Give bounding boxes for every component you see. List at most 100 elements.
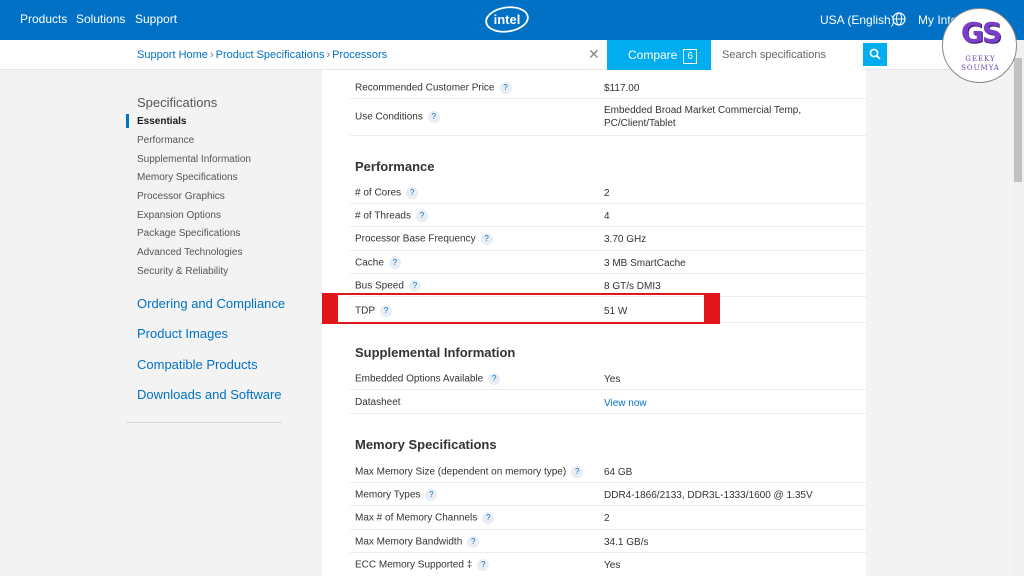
spec-value: Embedded Broad Market Commercial Temp, P… bbox=[604, 105, 802, 129]
nav-solutions[interactable]: Solutions bbox=[76, 12, 125, 26]
sidebar-item-essentials[interactable]: Essentials bbox=[137, 116, 186, 127]
spec-value: Yes bbox=[604, 560, 621, 571]
help-icon[interactable]: ? bbox=[480, 233, 493, 245]
nav-products[interactable]: Products bbox=[20, 12, 67, 26]
breadcrumb-product-specifications[interactable]: Product Specifications bbox=[216, 49, 325, 61]
spec-value: 3.70 GHz bbox=[604, 234, 647, 245]
sidebar-item-expansion[interactable]: Expansion Options bbox=[137, 210, 221, 221]
watermark-letters: GS bbox=[960, 16, 1002, 49]
help-icon[interactable]: ? bbox=[488, 373, 501, 385]
tdp-highlight-box bbox=[322, 293, 720, 324]
spec-label: Datasheet bbox=[355, 397, 401, 408]
sidebar-item-advanced[interactable]: Advanced Technologies bbox=[137, 247, 242, 258]
spec-label: Processor Base Frequency? bbox=[355, 233, 493, 245]
search-specifications-input[interactable] bbox=[712, 40, 862, 70]
compare-button[interactable]: Compare 6 bbox=[607, 40, 711, 70]
spec-label: Max Memory Size (dependent on memory typ… bbox=[355, 466, 584, 478]
help-icon[interactable]: ? bbox=[467, 536, 480, 548]
intel-logo[interactable]: intel bbox=[484, 4, 530, 35]
spec-label: Max Memory Bandwidth? bbox=[355, 536, 480, 548]
help-icon[interactable]: ? bbox=[477, 559, 490, 571]
sidebar-heading: Specifications bbox=[137, 95, 218, 110]
help-icon[interactable]: ? bbox=[408, 280, 421, 292]
spec-value: 8 GT/s DMI3 bbox=[604, 281, 661, 292]
sidebar-item-package[interactable]: Package Specifications bbox=[137, 228, 240, 239]
spec-value: 34.1 GB/s bbox=[604, 537, 649, 548]
search-icon bbox=[869, 48, 881, 60]
breadcrumb-separator: › bbox=[209, 49, 214, 61]
spec-row: Datasheet View now bbox=[350, 390, 866, 414]
geeky-soumya-watermark: GS GEEKY SOUMYA bbox=[942, 8, 1017, 83]
spec-label: Memory Types? bbox=[355, 489, 438, 501]
top-nav: Products Solutions Support intel USA (En… bbox=[0, 0, 1024, 40]
sidebar-item-security[interactable]: Security & Reliability bbox=[137, 266, 228, 277]
active-indicator bbox=[126, 114, 129, 128]
datasheet-view-now-link[interactable]: View now bbox=[604, 397, 854, 410]
help-icon[interactable]: ? bbox=[388, 257, 401, 269]
spec-label: # of Threads? bbox=[355, 210, 428, 222]
sidebar-link-images[interactable]: Product Images bbox=[137, 326, 228, 341]
spec-value: 2 bbox=[604, 188, 610, 199]
spec-row: Embedded Options Available? Yes bbox=[350, 367, 866, 390]
compare-label: Compare bbox=[628, 48, 678, 62]
spec-value: Yes bbox=[604, 374, 621, 385]
sidebar-item-performance[interactable]: Performance bbox=[137, 135, 194, 146]
spec-label: Cache? bbox=[355, 257, 401, 269]
help-icon[interactable]: ? bbox=[482, 512, 495, 524]
spec-label: Embedded Options Available? bbox=[355, 373, 501, 385]
search-button[interactable] bbox=[863, 43, 887, 66]
section-title-memory: Memory Specifications bbox=[355, 437, 497, 452]
spec-value: 3 MB SmartCache bbox=[604, 258, 686, 269]
clear-icon[interactable]: ✕ bbox=[588, 46, 600, 63]
spec-value: DDR4-1866/2133, DDR3L-1333/1600 @ 1.35V bbox=[604, 490, 813, 501]
region-selector[interactable]: USA (English) bbox=[820, 13, 895, 27]
section-title-supplemental: Supplemental Information bbox=[355, 345, 516, 360]
breadcrumb-processors[interactable]: Processors bbox=[332, 49, 387, 61]
spec-label: Bus Speed? bbox=[355, 280, 421, 292]
help-icon[interactable]: ? bbox=[406, 187, 419, 199]
sidebar-item-supplemental[interactable]: Supplemental Information bbox=[137, 154, 251, 165]
spec-row: Max # of Memory Channels? 2 bbox=[350, 506, 866, 530]
spec-value: $117.00 bbox=[604, 83, 640, 94]
spec-row: # of Threads? 4 bbox=[350, 204, 866, 227]
spec-row: Recommended Customer Price? $117.00 bbox=[350, 75, 866, 99]
page-scrollbar[interactable] bbox=[1012, 40, 1024, 576]
spec-value: 2 bbox=[604, 513, 610, 524]
spec-value: 4 bbox=[604, 211, 610, 222]
spec-row: Memory Types? DDR4-1866/2133, DDR3L-1333… bbox=[350, 483, 866, 506]
sidebar-link-ordering[interactable]: Ordering and Compliance bbox=[137, 296, 285, 311]
help-icon[interactable]: ? bbox=[571, 466, 584, 478]
sidebar-item-memory[interactable]: Memory Specifications bbox=[137, 172, 238, 183]
globe-icon[interactable] bbox=[892, 12, 906, 26]
compare-count-badge: 6 bbox=[683, 49, 697, 64]
scrollbar-thumb[interactable] bbox=[1014, 58, 1022, 182]
spec-row: ECC Memory Supported ‡? Yes bbox=[350, 553, 866, 576]
help-icon[interactable]: ? bbox=[415, 210, 428, 222]
sidebar-item-graphics[interactable]: Processor Graphics bbox=[137, 191, 225, 202]
breadcrumb-support-home[interactable]: Support Home bbox=[137, 49, 208, 61]
tdp-highlight-left-marker bbox=[322, 293, 338, 324]
spec-row: Processor Base Frequency? 3.70 GHz bbox=[350, 227, 866, 251]
spec-row: Max Memory Bandwidth? 34.1 GB/s bbox=[350, 530, 866, 553]
spec-row: # of Cores? 2 bbox=[350, 181, 866, 204]
spec-value: 64 GB bbox=[604, 467, 633, 478]
help-icon[interactable]: ? bbox=[499, 82, 512, 94]
breadcrumb-separator: › bbox=[326, 49, 331, 61]
sidebar-link-downloads[interactable]: Downloads and Software bbox=[137, 387, 282, 402]
spec-label: ECC Memory Supported ‡? bbox=[355, 559, 490, 571]
spec-row: Max Memory Size (dependent on memory typ… bbox=[350, 460, 866, 483]
watermark-line-2: SOUMYA bbox=[961, 64, 1000, 72]
sidebar-link-compatible[interactable]: Compatible Products bbox=[137, 357, 258, 372]
watermark-line-1: GEEKY bbox=[965, 55, 996, 63]
help-icon[interactable]: ? bbox=[425, 489, 438, 501]
tdp-highlight-right-marker bbox=[704, 293, 720, 324]
sub-header: Support Home › Product Specifications › Proc… bbox=[0, 40, 1012, 70]
nav-support[interactable]: Support bbox=[135, 12, 177, 26]
svg-text:intel: intel bbox=[494, 12, 521, 27]
sidebar-divider bbox=[126, 422, 282, 423]
breadcrumb: Support Home › Product Specifications › Proc… bbox=[137, 49, 387, 61]
spec-row: Use Conditions? Embedded Broad Market Co… bbox=[350, 99, 866, 136]
help-icon[interactable]: ? bbox=[427, 111, 440, 123]
spec-label: # of Cores? bbox=[355, 187, 419, 199]
spec-label: Max # of Memory Channels? bbox=[355, 512, 495, 524]
